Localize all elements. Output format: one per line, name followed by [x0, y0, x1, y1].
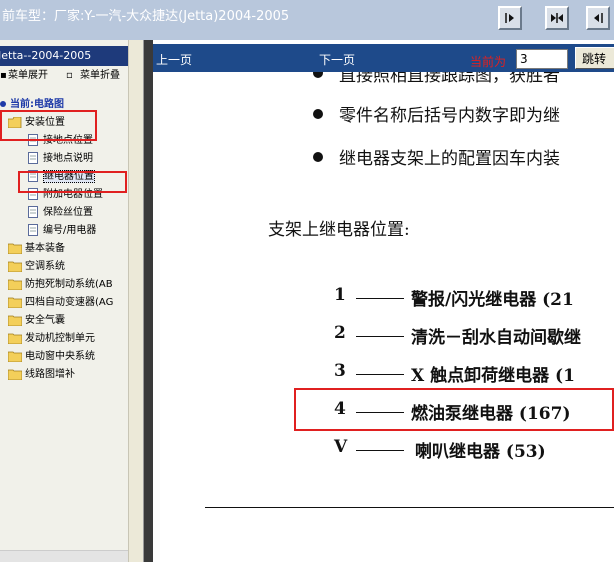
folder-label: 发动机控制单元 — [25, 333, 95, 344]
relay-name: 清洗－刮水自动间歇继 — [411, 328, 581, 348]
arrow-left-button[interactable] — [586, 6, 610, 30]
arrow-right-button[interactable] — [498, 6, 522, 30]
folder-label: 基本装备 — [25, 243, 65, 254]
document-viewer: 直接照相直接跟踪图，获胜者 零件名称后括号内数字即为继 继电器支架上的配置因车内… — [153, 72, 614, 562]
folder-icon — [8, 333, 22, 344]
menu-collapse-icon[interactable]: ▫ — [66, 67, 73, 85]
folder-icon — [8, 351, 22, 362]
relay-number: 1 — [334, 285, 346, 305]
folder-label: 空调系统 — [25, 261, 65, 272]
collapse-left-right-icon — [551, 13, 563, 23]
menu-collapse-link[interactable]: 菜单折叠 — [80, 67, 120, 85]
folder-icon — [8, 279, 22, 290]
highlight-box-fuel-pump-relay — [294, 388, 614, 431]
folder-label: 电动窗中央系统 — [25, 351, 95, 362]
relay-dash — [356, 336, 404, 337]
title-bar: 前车型：厂家:Y-一汽-大众捷达(Jetta)2004-2005 — [0, 0, 614, 40]
tree-folder[interactable]: 空调系统 — [8, 258, 65, 276]
relay-name: X 触点卸荷继电器 (1 — [411, 366, 575, 386]
relay-number: 3 — [334, 361, 346, 381]
page-number-input[interactable] — [516, 49, 568, 69]
bullet-text: 零件名称后括号内数字即为继 — [339, 106, 560, 126]
tree-folder[interactable]: 防抱死制动系统(AB — [8, 276, 113, 294]
highlight-box-relay-position — [18, 171, 127, 193]
bullet-dot — [313, 72, 323, 78]
bullet-text: 直接照相直接跟踪图，获胜者 — [339, 72, 560, 86]
tree-item[interactable]: 保险丝位置 — [28, 204, 93, 222]
tree-item-label: 编号/用电器 — [43, 225, 97, 236]
bullet-dot — [313, 109, 323, 119]
document-icon — [28, 152, 38, 164]
bullet-dot — [313, 152, 323, 162]
highlight-box-folder — [0, 110, 97, 141]
current-page-label: 当前为 — [470, 55, 507, 69]
relay-name: 警报/闪光继电器 (21 — [411, 290, 574, 310]
bullet-text: 继电器支架上的配置因车内装 — [339, 149, 560, 169]
section-title: 支架上继电器位置: — [268, 220, 410, 240]
tree-folder[interactable]: 发动机控制单元 — [8, 330, 95, 348]
relay-name: 喇叭继电器 (53) — [415, 442, 546, 462]
folder-label: 安全气囊 — [25, 315, 65, 326]
menu-expand-icon[interactable]: ▪ — [0, 67, 7, 85]
document-icon — [28, 206, 38, 218]
collapse-button[interactable] — [545, 6, 569, 30]
relay-dash — [356, 450, 404, 451]
window-title: 前车型：厂家:Y-一汽-大众捷达(Jetta)2004-2005 — [2, 9, 290, 24]
tree-folder[interactable]: 安全气囊 — [8, 312, 65, 330]
folder-icon — [8, 315, 22, 326]
menu-expand-link[interactable]: 菜单展开 — [8, 67, 48, 85]
tree-folder[interactable]: 四档自动变速器(AG — [8, 294, 113, 312]
folder-label: 线路图增补 — [25, 369, 75, 380]
folder-label: 防抱死制动系统(AB — [25, 279, 113, 290]
folder-icon — [8, 369, 22, 380]
tree-item-label: 接地点说明 — [43, 153, 93, 164]
relay-number: 2 — [334, 323, 346, 343]
relay-dash — [356, 298, 404, 299]
frame-divider[interactable] — [144, 40, 153, 562]
current-dot-icon — [0, 101, 6, 107]
arrow-left-icon — [594, 13, 603, 23]
folder-icon — [8, 261, 22, 272]
tree-item[interactable]: 接地点说明 — [28, 150, 93, 168]
page-navigation-bar: 上一页 下一页 当前为 跳转 — [153, 44, 614, 72]
tree-item-label: 保险丝位置 — [43, 207, 93, 218]
tree-folder[interactable]: 基本装备 — [8, 240, 65, 258]
prev-page-link[interactable]: 上一页 — [156, 51, 192, 68]
arrow-right-icon — [505, 13, 514, 23]
relay-number: V — [334, 437, 348, 457]
tree-item[interactable]: 编号/用电器 — [28, 222, 96, 240]
tree-folder[interactable]: 电动窗中央系统 — [8, 348, 95, 366]
current-label: 当前:电路图 — [10, 99, 64, 110]
sidebar-scrollbar[interactable] — [128, 40, 143, 562]
tree-folder[interactable]: 线路图增补 — [8, 366, 75, 384]
jump-button[interactable]: 跳转 — [575, 47, 614, 69]
next-page-link[interactable]: 下一页 — [319, 51, 355, 68]
document-icon — [28, 224, 38, 236]
sidebar-title: Jetta--2004-2005 — [0, 46, 128, 66]
sidebar-toolbar: ▪ 菜单展开 ▫ 菜单折叠 — [0, 67, 128, 85]
page-rule — [205, 507, 614, 508]
relay-dash — [356, 374, 404, 375]
folder-icon — [8, 243, 22, 254]
folder-label: 四档自动变速器(AG — [25, 297, 114, 308]
folder-icon — [8, 297, 22, 308]
sidebar-horizontal-scrollbar[interactable] — [0, 550, 128, 562]
